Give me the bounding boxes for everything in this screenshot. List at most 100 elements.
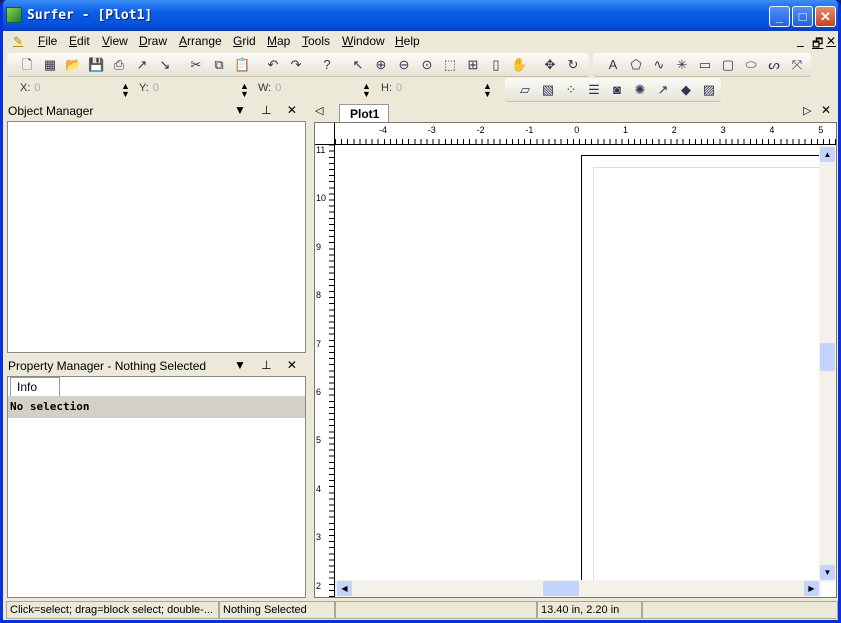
menu-map[interactable]: Map [267,34,290,48]
ruler-label: -4 [379,125,388,135]
rounded-rect-icon[interactable]: ▢ [720,57,736,73]
document-close-button[interactable]: ✕ [821,103,831,117]
scroll-up-button[interactable]: ▲ [820,147,835,162]
open-icon[interactable]: 📂 [65,57,81,73]
snapshot-icon[interactable]: ◙ [609,82,625,98]
plot-canvas[interactable]: -4 -3 -2 -1 0 1 2 3 4 5 11 10 9 8 7 6 5 4 3 2 ▲ ▼ ◀ ▶ [314,122,837,598]
scroll-down-button[interactable]: ▼ [820,565,835,580]
ruler-label: 4 [316,483,322,494]
menu-file[interactable]: File [38,34,57,48]
cut-icon[interactable]: ✂ [188,57,204,73]
paste-icon[interactable]: 📋 [234,57,250,73]
ruler-label: 6 [316,387,322,397]
maximize-button[interactable]: □ [792,6,813,27]
pan-icon[interactable]: ✋ [511,57,527,73]
horizontal-ruler: -4 -3 -2 -1 0 1 2 3 4 5 [335,123,836,145]
x-field[interactable]: X: 0 [20,82,41,98]
ruler-label: 5 [818,125,824,135]
new-plot-icon[interactable]: 🗋 [19,57,35,73]
copy-icon[interactable]: ⧉ [211,57,227,73]
rectangle-icon[interactable]: ▭ [697,57,713,73]
undo-icon[interactable]: ↶ [265,57,281,73]
menu-edit[interactable]: Edit [69,34,90,48]
y-label: Y: [139,82,149,94]
zoom-fit-icon[interactable]: ⊙ [419,57,435,73]
surfer-app-icon [6,7,22,23]
select-icon[interactable]: ↖ [350,57,366,73]
vector-map-icon[interactable]: ↗ [655,82,671,98]
rotate-icon[interactable]: ↻ [565,57,581,73]
ruler-label: 2 [671,125,677,135]
horizontal-scroll-thumb[interactable] [543,581,579,596]
surface-map-icon[interactable]: ◆ [678,82,694,98]
mdi-close-button[interactable]: ✕ [826,34,836,48]
minimize-button[interactable]: _ [769,6,790,27]
tab-plot1[interactable]: Plot1 [339,104,389,122]
redo-icon[interactable]: ↷ [288,57,304,73]
zoom-page-icon[interactable]: ▯ [488,57,504,73]
title-bar: Surfer - [Plot1] _ □ ✕ [3,0,838,31]
w-field[interactable]: W: 0 [258,82,281,98]
help-icon[interactable]: ? [319,57,335,73]
horizontal-scrollbar[interactable]: ◀ ▶ [335,580,821,597]
import-icon[interactable]: ↘ [157,57,173,73]
tab-scroll-left[interactable]: ◁ [315,104,323,117]
base-map-icon[interactable]: ▱ [517,82,533,98]
mdi-restore-button[interactable]: 🗗 [812,34,823,55]
menu-grid[interactable]: Grid [233,34,256,48]
menu-window[interactable]: Window [342,34,385,48]
y-spinner[interactable]: ▲ ▼ [240,82,249,99]
ruler-label: -1 [525,125,534,135]
h-value: 0 [396,82,403,94]
pane-controls[interactable]: ▼ ⊥ ✕ [234,103,303,117]
zoom-rect-icon[interactable]: ⬚ [442,57,458,73]
pane-controls[interactable]: ▼ ⊥ ✕ [234,358,303,372]
reshape-icon[interactable]: ⤧ [789,57,805,73]
symbol-icon[interactable]: ✳ [674,57,690,73]
w-spinner[interactable]: ▲ ▼ [362,82,371,99]
close-button[interactable]: ✕ [815,6,836,27]
menu-tools[interactable]: Tools [302,34,330,48]
ruler-label: 4 [769,125,775,135]
status-empty [335,601,537,619]
x-spinner[interactable]: ▲ ▼ [121,82,130,99]
vertical-scrollbar[interactable]: ▲ ▼ [819,145,836,582]
legend-icon[interactable]: ☰ [586,82,602,98]
menu-draw[interactable]: Draw [139,34,167,48]
tab-scroll-right[interactable]: ▷ [803,104,811,117]
h-spinner[interactable]: ▲ ▼ [483,82,492,99]
ellipse-icon[interactable]: ⬭ [743,57,759,73]
mdi-minimize-button[interactable]: _ [797,34,804,48]
zoom-select-icon[interactable]: ⊞ [465,57,481,73]
scroll-left-button[interactable]: ◀ [337,581,352,596]
spline-icon[interactable]: ᔕ [766,57,782,73]
text-icon[interactable]: A [605,57,621,73]
scroll-right-button[interactable]: ▶ [804,581,819,596]
menu-view[interactable]: View [102,34,128,48]
document-icon: ✎ [13,34,24,48]
trackball-icon[interactable]: ✥ [542,57,558,73]
menu-help[interactable]: Help [395,34,420,48]
ruler-label: 7 [316,338,322,349]
export-icon[interactable]: ↗ [134,57,150,73]
zoom-out-icon[interactable]: ⊖ [396,57,412,73]
object-manager-tree[interactable] [7,121,306,353]
new-worksheet-icon[interactable]: ▦ [42,57,58,73]
spark-icon[interactable]: ✺ [632,82,648,98]
print-icon[interactable]: ⎙ [111,57,127,73]
menu-arrange[interactable]: Arrange [179,34,222,48]
image-map-icon[interactable]: ▧ [540,82,556,98]
polyline-icon[interactable]: ∿ [651,57,667,73]
zoom-in-icon[interactable]: ⊕ [373,57,389,73]
post-map-icon[interactable]: ⁘ [563,82,579,98]
polygon-icon[interactable]: ⬠ [628,57,644,73]
status-position: 13.40 in, 2.20 in [537,601,642,619]
ruler-label: 2 [316,580,322,591]
save-icon[interactable]: 💾 [88,57,104,73]
tab-info[interactable]: Info [10,377,60,396]
ruler-label: 3 [720,125,726,135]
y-field[interactable]: Y: 0 [139,82,159,98]
image-icon[interactable]: ▨ [701,82,717,98]
h-field[interactable]: H: 0 [381,82,402,98]
vertical-scroll-thumb[interactable] [820,343,835,371]
